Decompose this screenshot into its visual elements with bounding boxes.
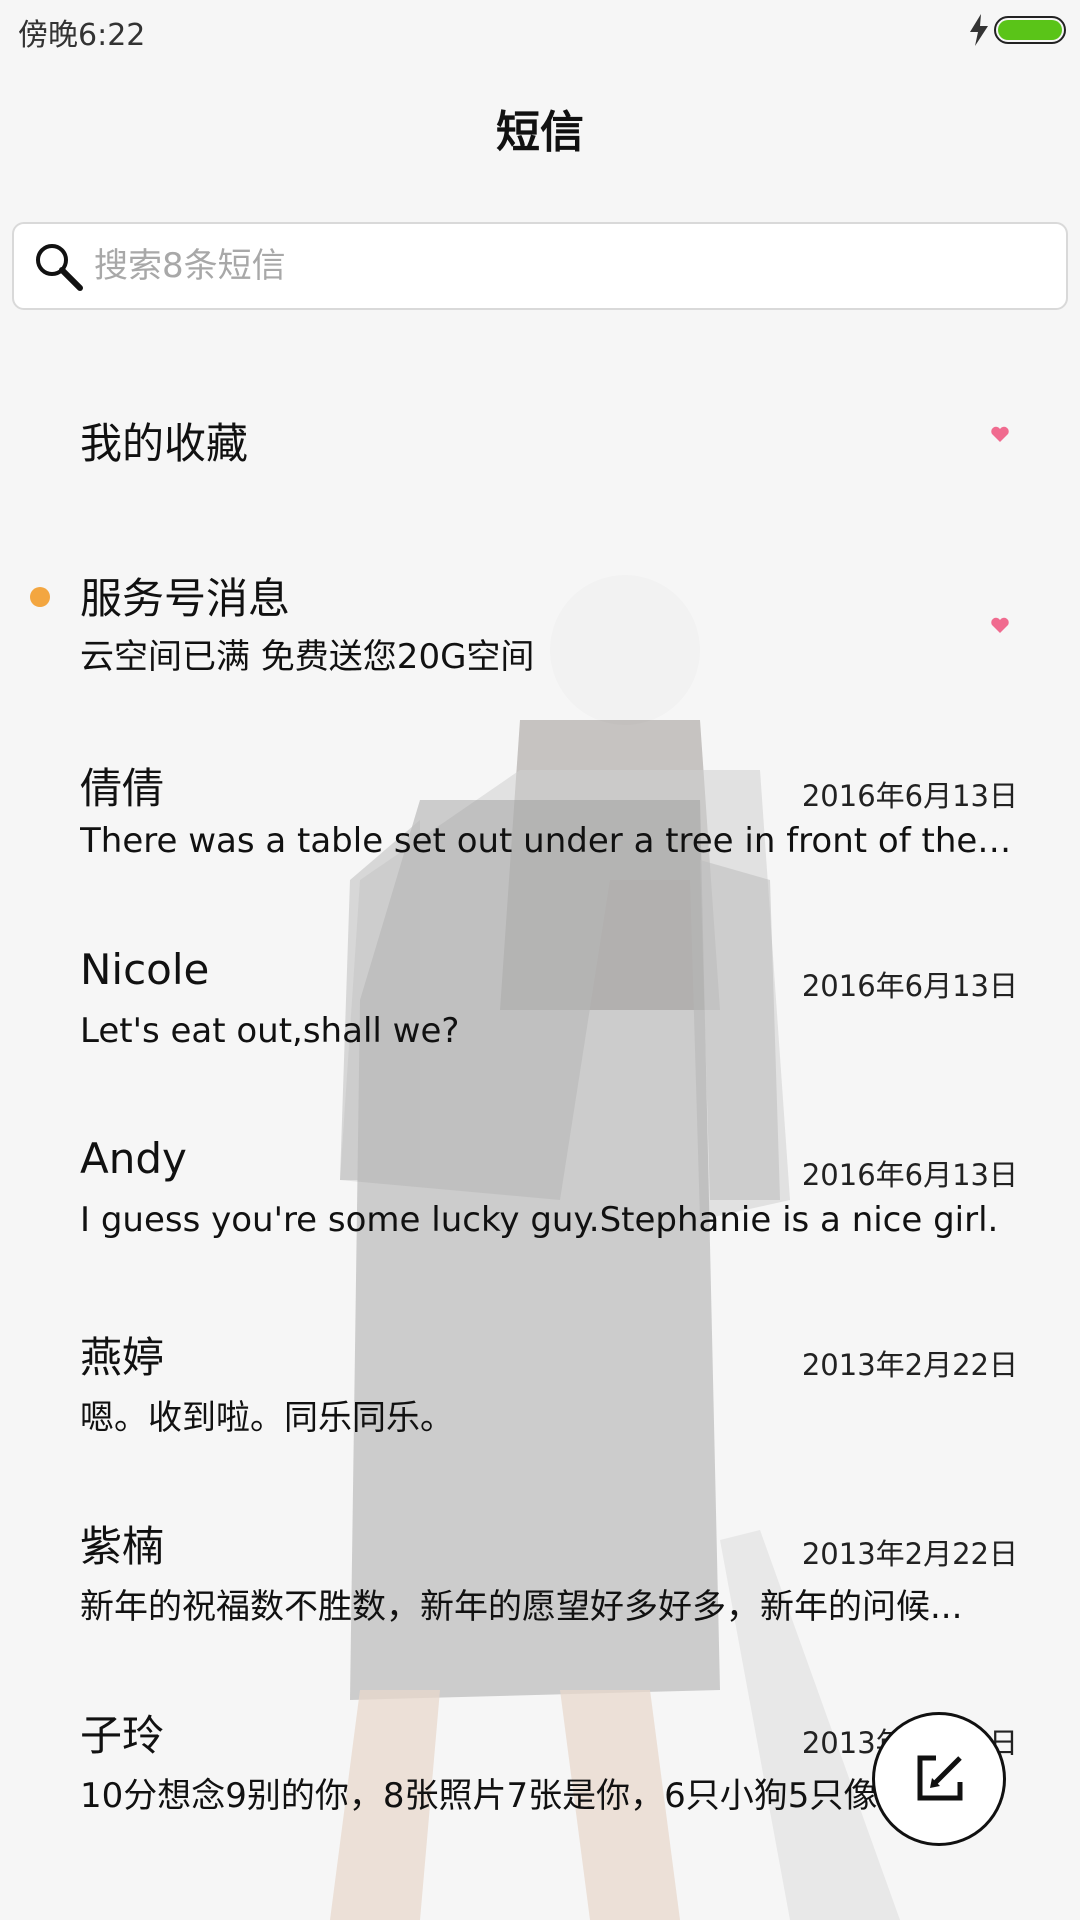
conversation-name: Nicole bbox=[80, 945, 210, 994]
service-messages-row[interactable]: 服务号消息 云空间已满 免费送您20G空间 bbox=[0, 565, 1080, 695]
conversation-row[interactable]: Nicole 2016年6月13日 Let's eat out,shall we… bbox=[0, 945, 1080, 1075]
conversation-snippet: I guess you're some lucky guy.Stephanie … bbox=[80, 1200, 999, 1240]
conversation-row[interactable]: 倩倩 2016年6月13日 There was a table set out … bbox=[0, 755, 1080, 885]
conversation-row[interactable]: 燕婷 2013年2月22日 嗯。收到啦。同乐同乐。 bbox=[0, 1324, 1080, 1454]
heart-icon bbox=[991, 617, 1009, 633]
conversation-name: 服务号消息 bbox=[80, 574, 291, 623]
favorites-label: 我的收藏 bbox=[80, 419, 249, 468]
conversation-name: 燕婷 bbox=[80, 1333, 165, 1382]
conversation-snippet: There was a table set out under a tree i… bbox=[80, 821, 1020, 861]
conversation-name: 紫楠 bbox=[80, 1522, 165, 1571]
conversation-snippet: 嗯。收到啦。同乐同乐。 bbox=[80, 1398, 454, 1438]
conversation-row[interactable]: Andy 2016年6月13日 I guess you're some luck… bbox=[0, 1134, 1080, 1264]
conversation-snippet: 新年的祝福数不胜数，新年的愿望好多好多，新年的问候... bbox=[80, 1587, 963, 1627]
conversation-name: 子玲 bbox=[80, 1711, 165, 1760]
conversation-date: 2013年2月22日 bbox=[801, 1348, 1018, 1382]
conversation-row[interactable]: 紫楠 2013年2月22日 新年的祝福数不胜数，新年的愿望好多好多，新年的问候.… bbox=[0, 1513, 1080, 1643]
conversation-date: 2013年2月22日 bbox=[801, 1537, 1018, 1571]
unread-dot bbox=[30, 587, 50, 607]
conversation-snippet: Let's eat out,shall we? bbox=[80, 1011, 460, 1051]
heart-icon bbox=[991, 426, 1009, 442]
favorites-row[interactable]: 我的收藏 bbox=[0, 400, 1080, 550]
compose-button[interactable] bbox=[872, 1712, 1006, 1846]
conversation-snippet: 云空间已满 免费送您20G空间 bbox=[80, 637, 535, 677]
compose-icon bbox=[917, 1755, 963, 1801]
conversation-date: 2016年6月13日 bbox=[801, 779, 1018, 813]
conversation-list: 我的收藏 服务号消息 云空间已满 免费送您20G空间 倩倩 2016年6月13日… bbox=[0, 0, 1080, 1920]
conversation-name: 倩倩 bbox=[80, 764, 165, 813]
conversation-name: Andy bbox=[80, 1134, 187, 1183]
conversation-date: 2016年6月13日 bbox=[801, 969, 1018, 1003]
conversation-date: 2016年6月13日 bbox=[801, 1158, 1018, 1192]
